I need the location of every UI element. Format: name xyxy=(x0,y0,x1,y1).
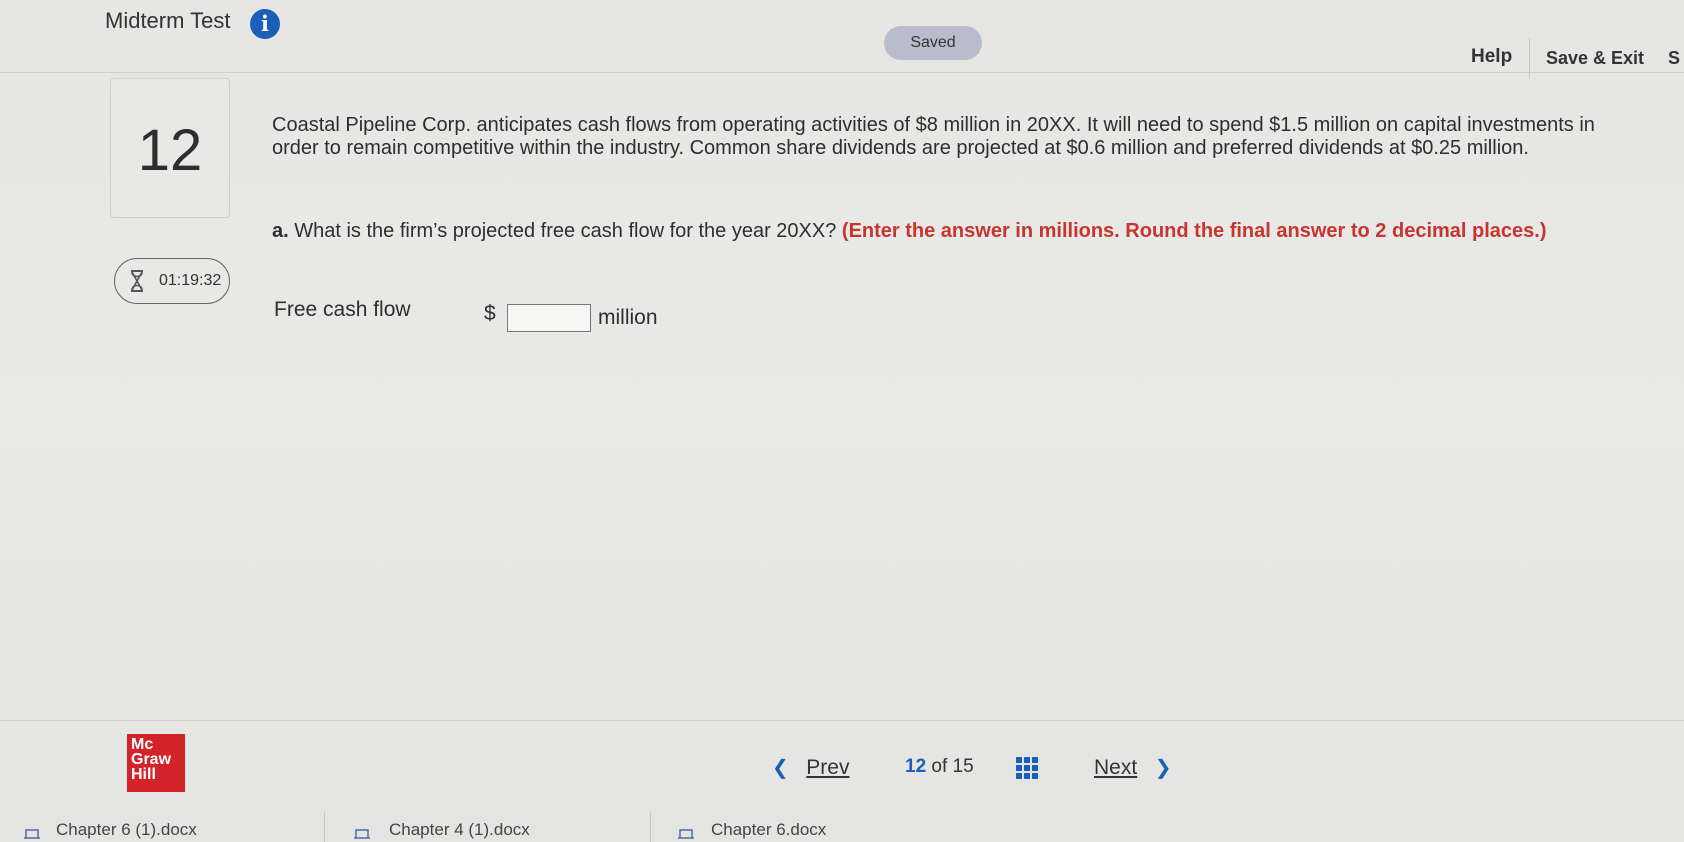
timer-value: 01:19:32 xyxy=(159,272,222,289)
current-page: 12 xyxy=(905,756,927,777)
next-button[interactable]: Next ❯ xyxy=(1094,755,1171,780)
question-number-box: 12 xyxy=(110,78,230,218)
logo-line: Hill xyxy=(131,766,156,783)
question-part-a: a. What is the firm’s projected free cas… xyxy=(272,218,1612,244)
taskbar-separator xyxy=(650,812,651,842)
chevron-right-icon: ❯ xyxy=(1154,755,1172,779)
help-button[interactable]: Help xyxy=(1471,46,1512,68)
chevron-left-icon: ❮ xyxy=(772,755,789,779)
download-item[interactable]: Chapter 6.docx xyxy=(711,820,826,840)
header-divider xyxy=(1529,38,1530,78)
logo-line: Graw xyxy=(131,751,172,768)
document-icon xyxy=(24,829,40,839)
save-exit-button[interactable]: Save & Exit xyxy=(1546,48,1644,69)
part-label: a. xyxy=(272,220,289,242)
logo-line: Mc xyxy=(131,736,154,753)
info-icon[interactable]: i xyxy=(250,9,280,39)
grid-icon[interactable] xyxy=(1016,757,1038,779)
download-item[interactable]: Chapter 4 (1).docx xyxy=(389,820,530,840)
taskbar-separator xyxy=(324,812,325,842)
header: Midterm Test i Saved Help Save & Exit S xyxy=(0,0,1684,78)
test-title: Midterm Test xyxy=(105,8,231,33)
timer[interactable]: 01:19:32 xyxy=(114,258,230,304)
cutoff-header-item[interactable]: S xyxy=(1668,48,1680,69)
download-item[interactable]: Chapter 6 (1).docx xyxy=(56,820,197,840)
part-question: What is the firm’s projected free cash f… xyxy=(288,220,842,242)
free-cash-flow-input[interactable] xyxy=(507,304,591,332)
downloads-bar: Chapter 6 (1).docx Chapter 4 (1).docx Ch… xyxy=(0,812,1684,842)
currency-symbol: $ xyxy=(484,302,496,325)
saved-status-badge: Saved xyxy=(884,26,982,60)
page-total: of 15 xyxy=(931,756,974,777)
prev-label: Prev xyxy=(806,756,850,779)
answer-instruction: (Enter the answer in millions. Round the… xyxy=(841,220,1547,242)
mcgraw-hill-logo: Mc Graw Hill xyxy=(127,734,185,792)
page-indicator[interactable]: 12 of 15 xyxy=(905,756,974,778)
question-text: Coastal Pipeline Corp. anticipates cash … xyxy=(272,114,1595,159)
unit-label: million xyxy=(598,306,658,329)
document-icon xyxy=(354,829,370,839)
document-icon xyxy=(678,829,694,839)
prev-button[interactable]: ❮ Prev xyxy=(772,755,849,780)
hourglass-icon xyxy=(131,270,143,292)
question-number: 12 xyxy=(137,118,203,183)
next-label: Next xyxy=(1094,756,1138,779)
answer-label: Free cash flow xyxy=(274,298,411,321)
